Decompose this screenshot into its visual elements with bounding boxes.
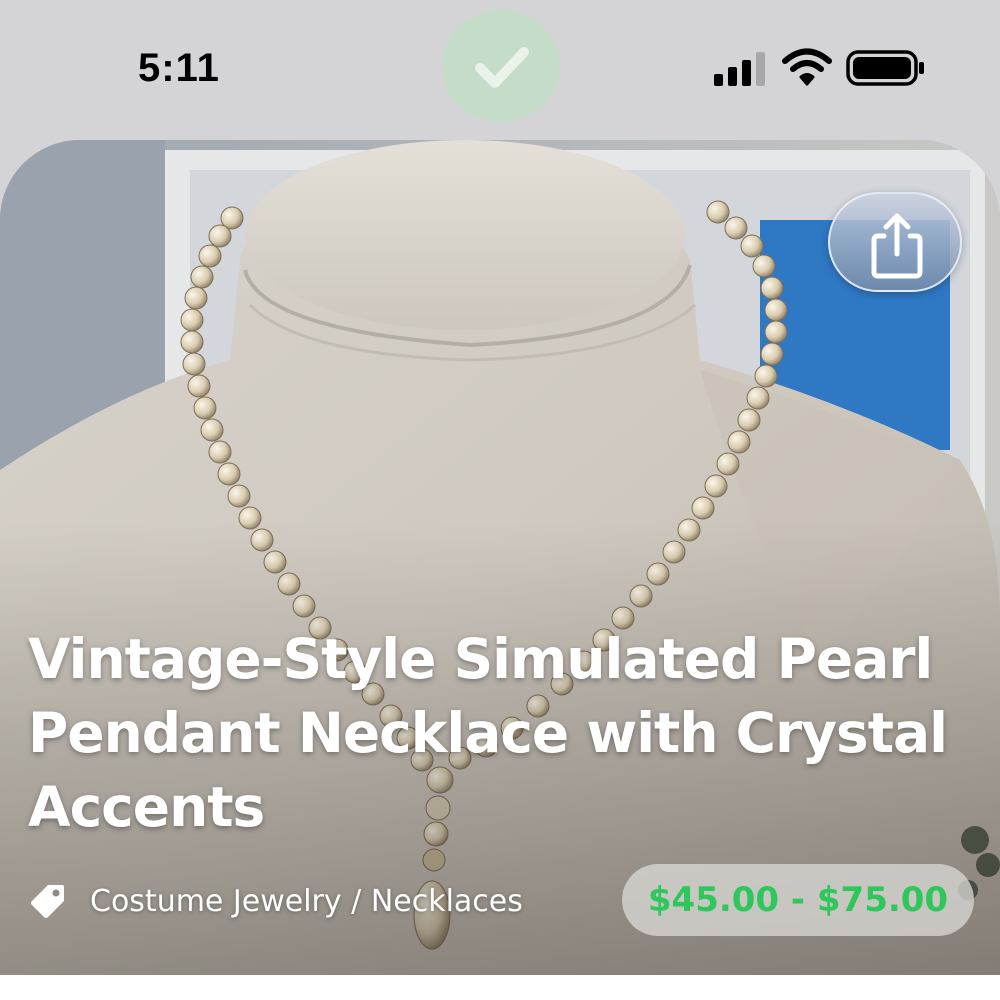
share-button[interactable] <box>828 192 962 292</box>
product-title: Vintage-Style Simulated Pearl Pendant Ne… <box>28 627 948 839</box>
checkmark-icon <box>442 10 560 122</box>
category-label: Costume Jewelry / Necklaces <box>90 883 523 919</box>
tag-icon <box>31 885 64 918</box>
wifi-icon <box>782 48 832 86</box>
price-range: $45.00 - $75.00 <box>647 880 949 920</box>
category-link[interactable]: Costume Jewelry / Necklaces <box>28 878 523 924</box>
cellular-signal-icon <box>714 52 765 86</box>
status-time: 5:11 <box>138 46 220 90</box>
status-bar: 5:11 <box>0 0 1000 140</box>
share-icon <box>871 213 923 279</box>
battery-icon <box>846 50 924 86</box>
price-badge: $45.00 - $75.00 <box>622 864 974 936</box>
product-card[interactable]: Vintage-Style Simulated Pearl Pendant Ne… <box>0 140 1000 975</box>
content-below-card <box>0 975 1000 1000</box>
screen: 5:11 Vintage-Style Simulated Pearl Penda… <box>0 0 1000 1000</box>
